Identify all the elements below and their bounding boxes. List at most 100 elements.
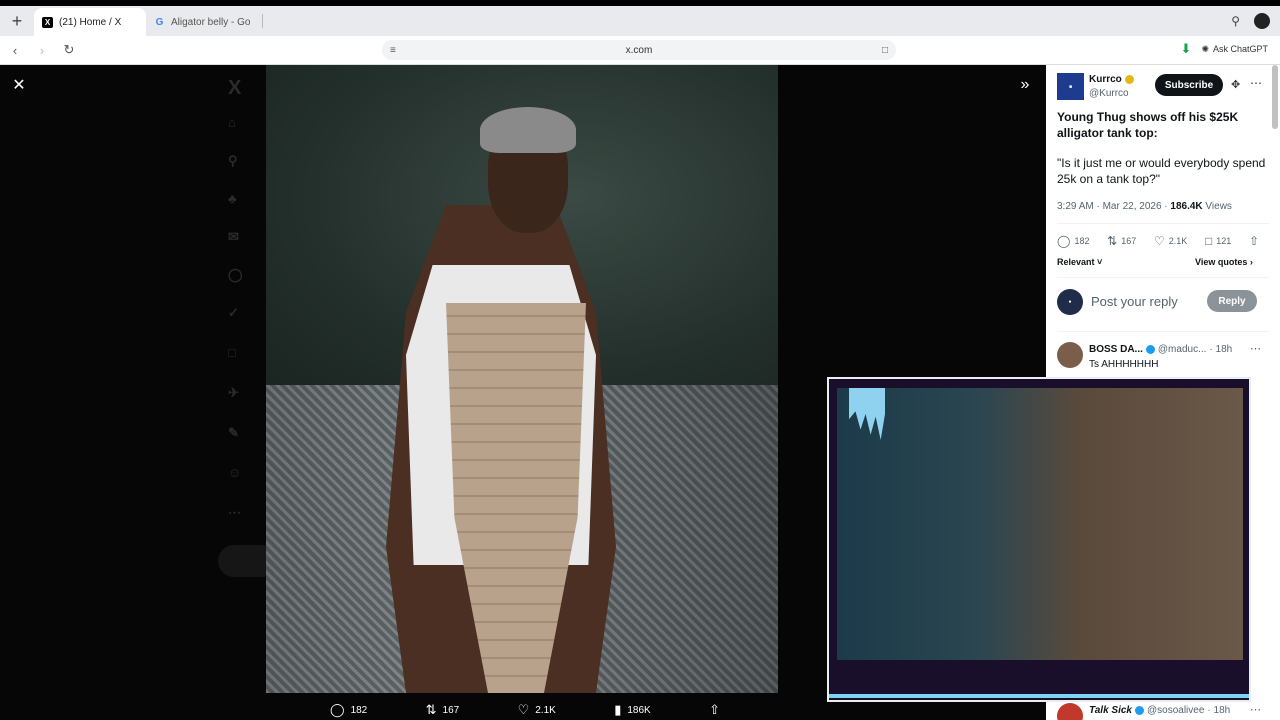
tab-label: (21) Home / X [59,16,122,28]
profile-avatar[interactable] [1254,13,1270,29]
photo-reply-button[interactable]: ◯ 182 [330,702,367,718]
ice-drip-decoration [849,388,885,440]
post-timestamp[interactable]: 3:29 AM · Mar 22, 2026 · [1057,201,1170,212]
scrollbar[interactable] [1272,65,1278,129]
jobs-icon: ✈ [228,385,239,400]
close-icon[interactable]: ✕ [8,74,30,96]
reply-icon: ◯ [330,702,345,717]
webcam-overlay [827,377,1251,702]
more-options-icon[interactable]: ⋯ [1250,76,1262,90]
sort-relevant-dropdown[interactable]: Relevant ˅ [1057,257,1102,267]
divider [1057,223,1269,224]
reply-button[interactable]: ◯ 182 [1057,234,1089,248]
screen: + X (21) Home / X G Aligator belly - Goo… [0,0,1280,720]
comment-author-handle[interactable]: @sosoalivee [1147,705,1204,716]
photo-like-button[interactable]: ♡ 2.1K [518,702,556,718]
comment-author-handle[interactable]: @maduc... [1158,344,1207,355]
divider [1057,331,1269,332]
grok-icon: ◯ [228,267,243,282]
comment-time[interactable]: · 18h [1209,344,1232,355]
current-user-avatar[interactable]: ● [1057,289,1083,315]
x-logo-icon: X [228,77,242,99]
bookmark-icon: □ [1204,234,1213,248]
repost-icon: ⇅ [425,702,437,717]
post-headline: Young Thug shows off his $25K alligator … [1057,110,1239,140]
double-chevron-right-icon[interactable]: » [1014,74,1036,96]
gray-cap [480,107,576,153]
google-logo-icon: G [155,16,164,28]
reply-composer: ● Post your reply Reply [1057,288,1269,316]
chevron-down-icon: ˅ [1097,257,1103,267]
like-button[interactable]: ♡ 2.1K [1154,234,1187,248]
reply-input[interactable]: Post your reply [1091,294,1178,309]
post-text: Young Thug shows off his $25K alligator … [1057,109,1269,187]
ask-chatgpt-label: Ask ChatGPT [1212,44,1268,54]
avatar[interactable] [1057,342,1083,368]
comment-time[interactable]: · 18h [1207,705,1230,716]
bookmarks-icon: □ [228,345,236,360]
verified-badge-icon [1124,75,1134,84]
share-icon: ⇧ [709,702,720,717]
forward-arrow-icon[interactable]: › [30,43,54,58]
post-stats: ◯ 182 ⇅ 167 ♡ 2.1K □ 121 ⇧ [1057,234,1259,248]
reload-icon[interactable]: ↻ [57,42,81,58]
tab-google-search[interactable]: G Aligator belly - Goog [146,8,258,36]
author-avatar[interactable]: ■ [1057,73,1084,100]
chatgpt-icon: ✺ [1201,43,1209,54]
back-arrow-icon[interactable]: ‹ [3,43,27,58]
post-views-label: Views [1202,201,1232,212]
bookmark-button[interactable]: □ 121 [1205,234,1231,248]
photo-repost-count: 167 [442,704,460,716]
new-tab-button[interactable]: + [0,6,34,36]
comment-author-name[interactable]: BOSS DA... [1089,344,1143,355]
chevron-right-icon: › [1249,257,1253,267]
author-handle[interactable]: @Kurrco [1089,88,1129,99]
messages-icon: ✉ [228,229,239,244]
photo-action-bar: ◯ 182 ⇅ 167 ♡ 2.1K ▮ 186K ⇧ [330,699,720,720]
avatar[interactable] [1057,703,1083,720]
site-settings-icon[interactable]: ≡ [390,45,396,56]
repost-button[interactable]: ⇅ 167 [1107,234,1136,248]
x-logo-icon: X [42,16,53,28]
author-name-text: Kurrco [1089,74,1122,85]
address-bar[interactable]: ≡ x.com □ [382,40,896,60]
photo-share-button[interactable]: ⇧ [709,702,720,718]
tab-bar: + X (21) Home / X G Aligator belly - Goo… [0,6,1280,36]
tab-label: Aligator belly - Goog [171,16,250,28]
search-tabs-icon[interactable]: ⚲ [1231,14,1240,28]
comment-header: Talk Sick @sosoalivee · 18h [1089,705,1230,716]
photo-reply-count: 182 [350,704,368,716]
view-quotes-label: View quotes [1195,257,1248,267]
profile-icon: ☺ [228,465,242,480]
share-icon: ⇧ [1248,234,1259,248]
explore-icon: ⚲ [228,153,238,168]
heart-icon: ♡ [1153,234,1165,248]
browser-toolbar: ‹ › ↻ ≡ x.com □ ⬇ ✺ Ask ChatGPT [0,36,1280,65]
photo-views-button[interactable]: ▮ 186K [614,702,651,718]
download-icon[interactable]: ⬇ [1181,41,1192,57]
views-icon: ▮ [614,702,622,717]
more-icon: ⋯ [228,505,241,520]
post-meta: 3:29 AM · Mar 22, 2026 · 186.4K Views [1057,201,1232,212]
ask-chatgpt-button[interactable]: ✺ Ask ChatGPT [1201,44,1268,55]
author-name[interactable]: Kurrco [1089,74,1134,85]
more-options-icon[interactable]: ⋯ [1250,342,1261,355]
comment-author-name[interactable]: Talk Sick [1089,705,1132,716]
view-quotes-link[interactable]: View quotes › [1195,257,1253,267]
tab-divider [262,14,263,28]
tab-x-home[interactable]: X (21) Home / X [34,8,146,36]
post-author-row: ■ Kurrco @Kurrco Subscribe ✥ ⋯ [1057,73,1269,103]
reply-submit-button[interactable]: Reply [1207,290,1257,312]
photo-repost-button[interactable]: ⇅ 167 [426,702,460,718]
subscribe-button[interactable]: Subscribe [1155,74,1223,96]
share-button[interactable]: ⇧ [1249,234,1259,248]
repost-icon: ⇅ [1107,234,1118,248]
comment-body: Ts AHHHHHHH [1089,359,1159,370]
heart-icon: ♡ [517,702,530,717]
sort-label: Relevant [1057,257,1095,267]
url-text: x.com [625,44,653,56]
post-photo [266,65,778,693]
more-options-icon[interactable]: ⋯ [1250,703,1261,716]
grok-explain-icon[interactable]: ✥ [1231,78,1240,91]
bookmark-page-icon[interactable]: □ [882,45,888,56]
